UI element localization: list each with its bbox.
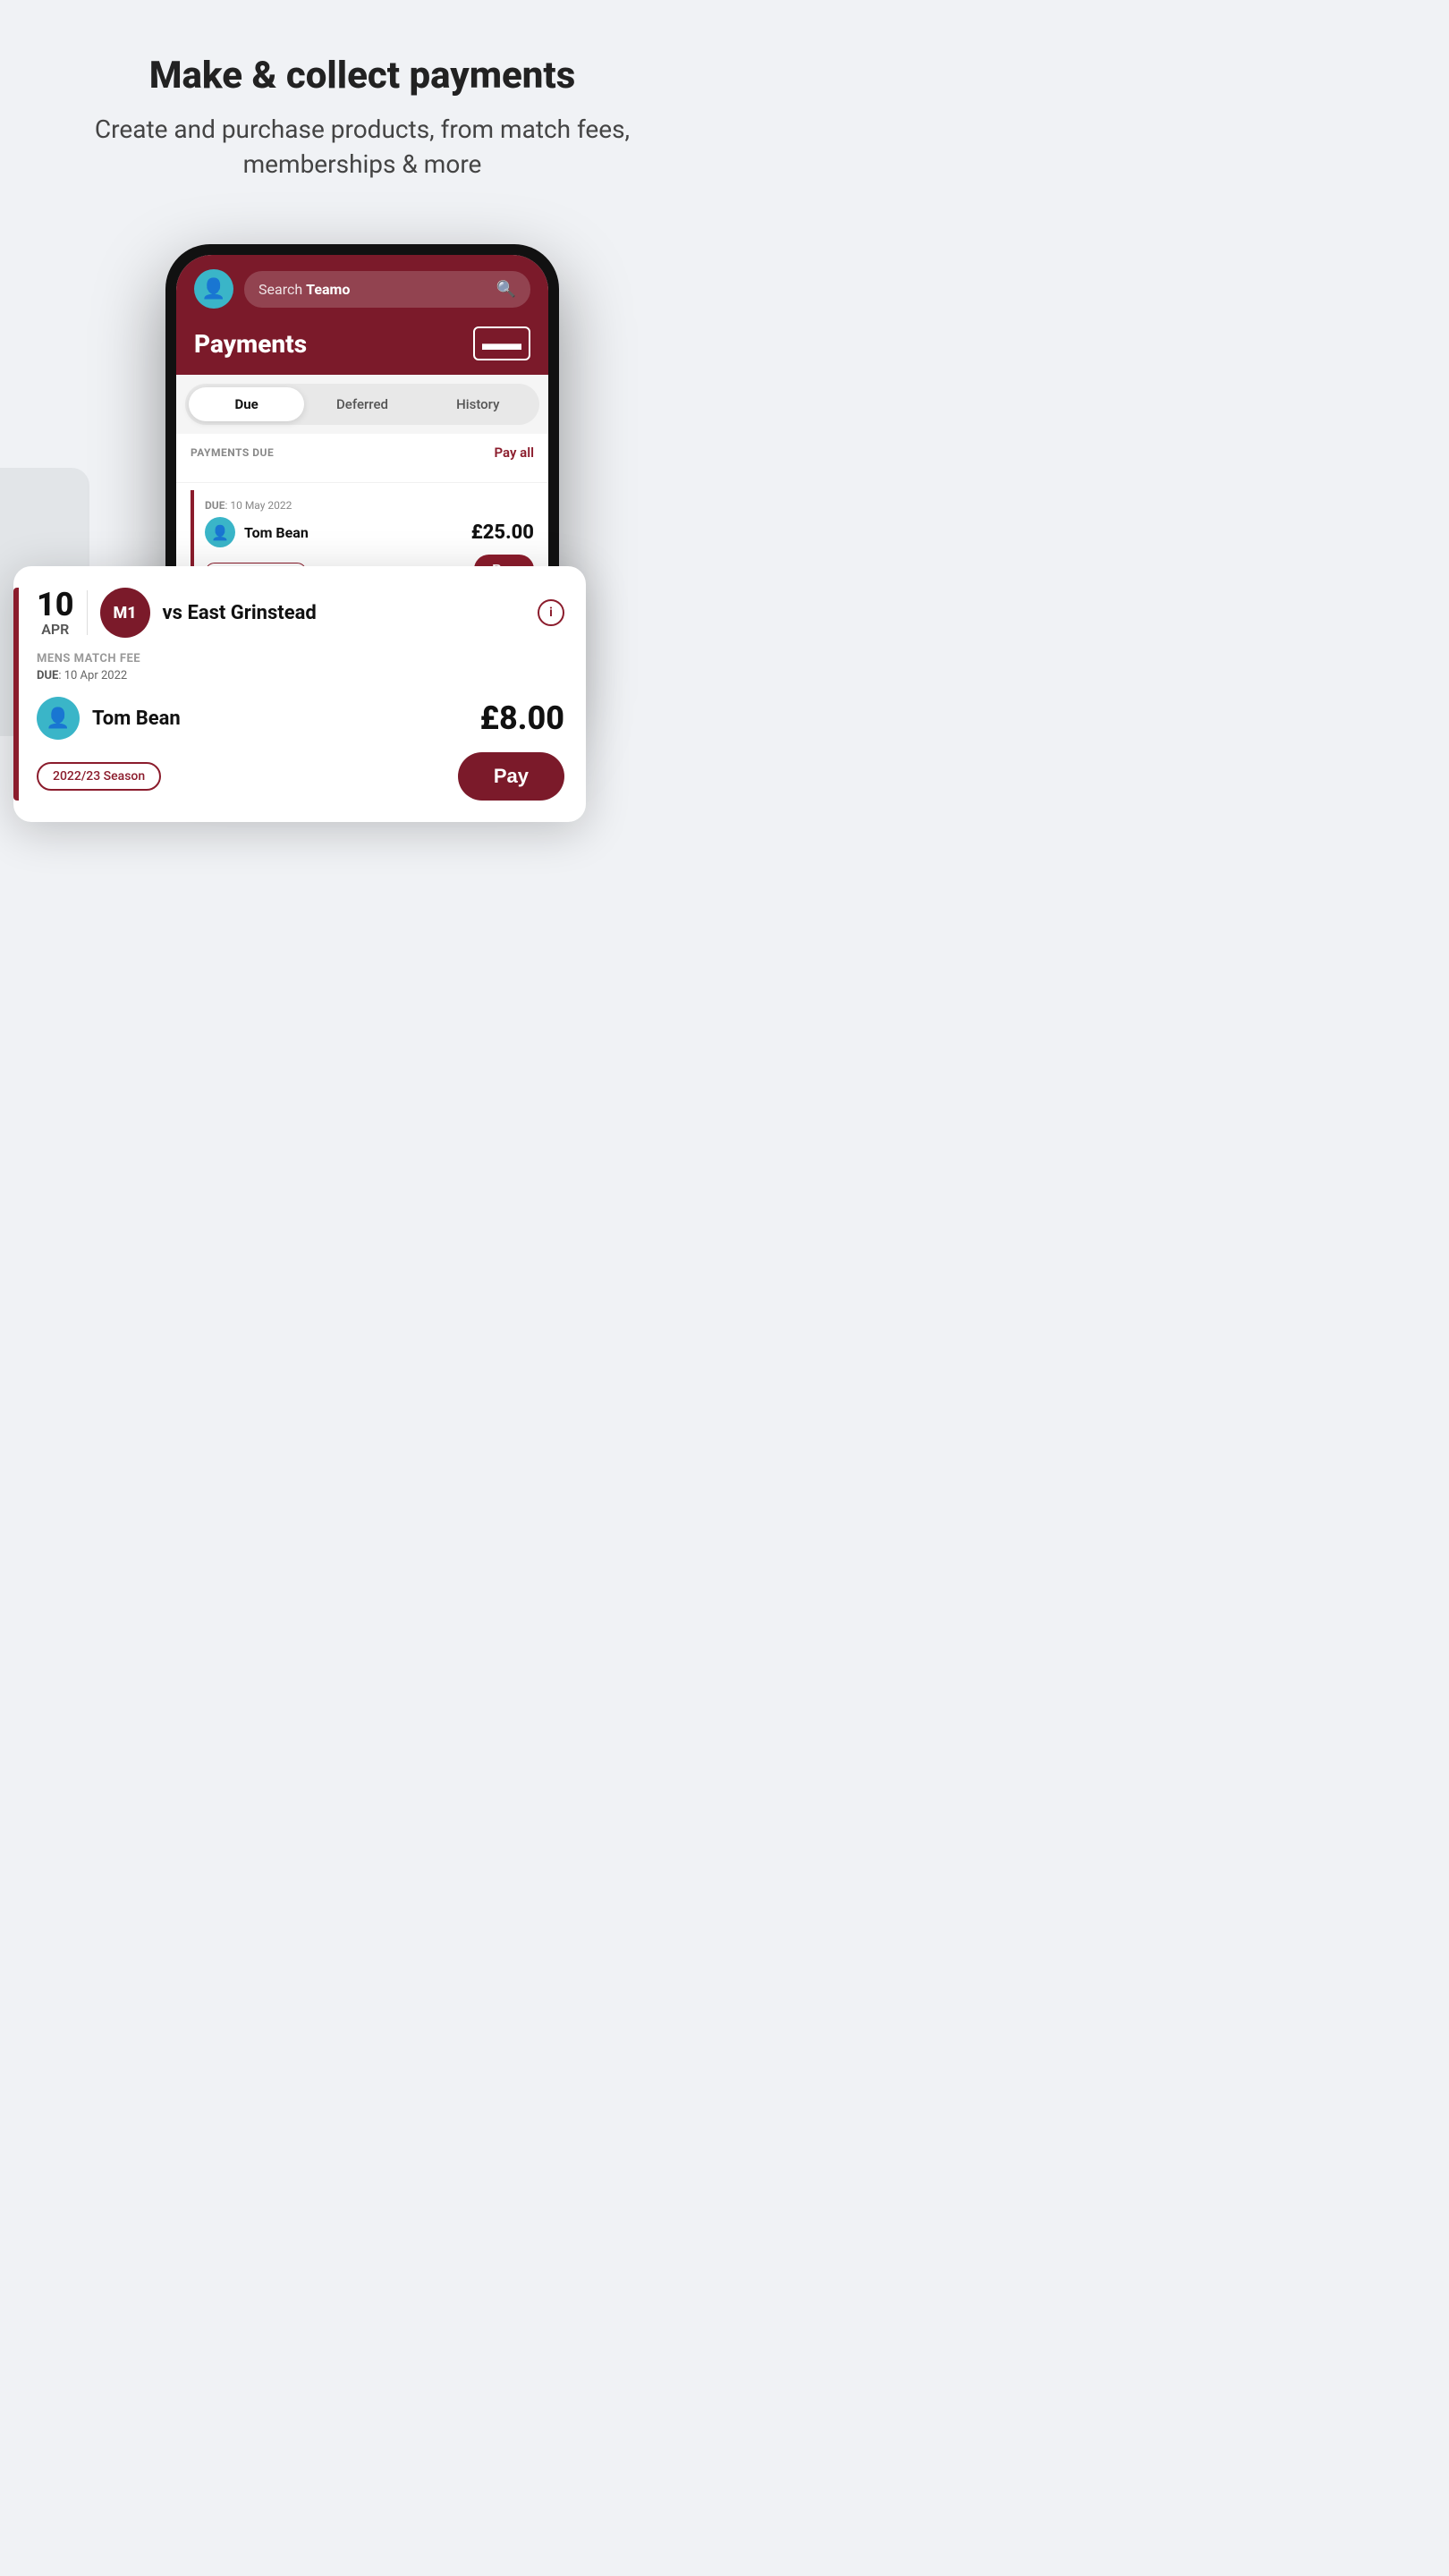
person-avatar-big: 👤 [37,697,80,740]
tab-due[interactable]: Due [189,387,304,421]
match-title: vs East Grinstead [163,602,525,624]
fee-due: DUE: 10 Apr 2022 [37,669,564,682]
search-icon: 🔍 [496,280,516,299]
payment-2-person-row: 👤 Tom Bean £25.00 [205,517,534,547]
payment-2-name: Tom Bean [244,524,309,541]
match-info-button[interactable]: i [538,599,564,626]
page-subtitle: Create and purchase products, from match… [36,112,689,182]
due-val: 10 Apr 2022 [64,669,127,682]
floating-payment-card: 10 APR M1 vs East Grinstead i MENS MATCH… [13,566,586,822]
header-section: Make & collect payments Create and purch… [0,54,724,217]
brand-name: Teamo [306,281,350,298]
person-pay-row: 👤 Tom Bean £8.00 [37,697,564,740]
season-tag: 2022/23 Season [37,762,161,791]
tab-deferred[interactable]: Deferred [304,387,419,421]
app-header: 👤 Search Teamo 🔍 Payments ▬▬ [176,255,548,375]
payments-title: Payments [194,329,307,359]
search-label: Search Teamo [258,281,350,298]
due-key: DUE [37,669,58,682]
card-date-match-row: 10 APR M1 vs East Grinstead i [37,588,564,638]
payment-2-amount: £25.00 [471,521,534,544]
tabs-container: Due Deferred History [176,375,548,434]
match-month: APR [37,621,74,638]
match-team-avatar: M1 [100,588,150,638]
person-name-big: Tom Bean [92,708,181,730]
payments-due-section: PAYMENTS DUE Pay all [176,434,548,482]
due-label-2: DUE [205,499,225,512]
fee-label: MENS MATCH FEE [37,652,564,665]
page-wrapper: Make & collect payments Create and purch… [0,0,724,1291]
divider-vertical [87,590,88,635]
card-content: 10 APR M1 vs East Grinstead i MENS MATCH… [37,588,564,801]
user-avatar[interactable]: 👤 [194,269,233,309]
payment-2-due: DUE: 10 May 2022 [205,499,534,512]
card-bottom-row: 2022/23 Season Pay [37,752,564,801]
match-day: 10 [37,589,74,621]
user-icon: 👤 [201,278,225,301]
section-header: PAYMENTS DUE Pay all [191,445,534,461]
payment-amount: £8.00 [480,699,564,737]
pay-all-button[interactable]: Pay all [494,445,534,461]
card-icon[interactable]: ▬▬ [473,326,530,360]
tabs-bar: Due Deferred History [185,384,539,425]
match-date: 10 APR [37,589,74,638]
due-date-2: 10 May 2022 [230,499,292,512]
payment-2-person-left: 👤 Tom Bean [205,517,309,547]
header-row: 👤 Search Teamo 🔍 [194,269,530,309]
pay-button[interactable]: Pay [458,752,564,801]
card-left-bar [13,588,19,801]
phone-scene: 👤 Search Teamo 🔍 Payments ▬▬ [0,217,724,1291]
tab-history[interactable]: History [420,387,536,421]
person-left-big: 👤 Tom Bean [37,697,181,740]
payment-2-avatar: 👤 [205,517,235,547]
search-bar[interactable]: Search Teamo 🔍 [244,271,530,308]
payments-header-row: Payments ▬▬ [194,319,530,375]
page-title: Make & collect payments [36,54,689,97]
payments-due-label: PAYMENTS DUE [191,446,274,459]
